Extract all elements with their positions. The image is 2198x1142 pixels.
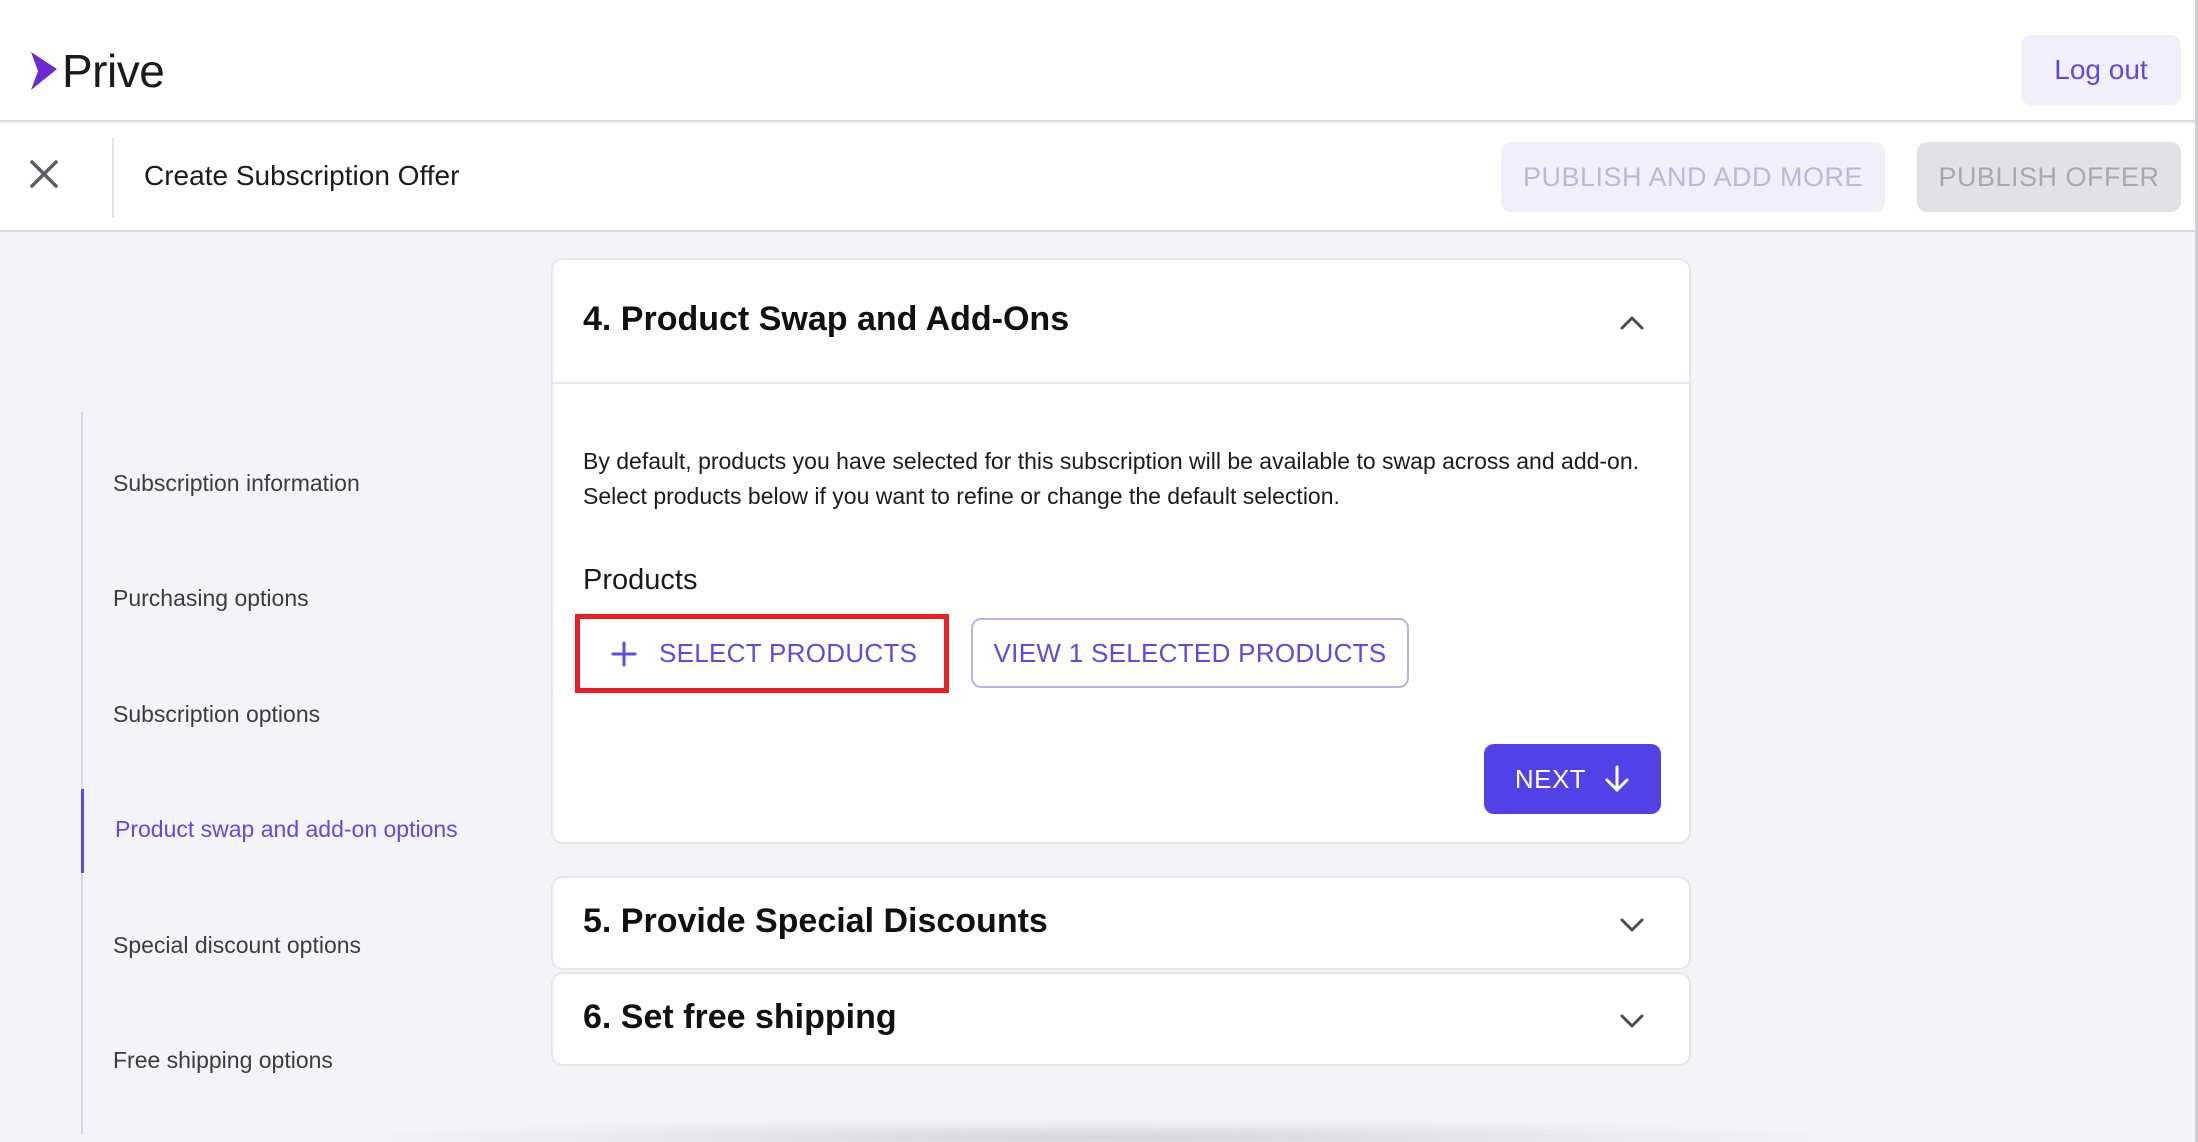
view-selected-products-button[interactable]: VIEW 1 SELECTED PRODUCTS [971,618,1409,688]
collapse-toggle[interactable] [1617,308,1647,338]
section-free-shipping[interactable]: 6. Set free shipping [551,972,1691,1066]
prive-logo[interactable]: Prive [30,44,165,98]
section-title: 6. Set free shipping [583,998,897,1036]
sidebar-item-subscription-options[interactable]: Subscription options [113,701,320,728]
page-title: Create Subscription Offer [144,160,460,191]
bottom-shadow [330,1118,1870,1142]
top-bar: Prive Log out [0,0,2198,122]
close-icon [30,160,58,188]
next-label: NEXT [1514,763,1587,794]
section-description: By default, products you have selected f… [583,448,1640,509]
arrow-down-icon [1604,765,1630,793]
section-header[interactable]: 4. Product Swap and Add-Ons [553,260,1689,384]
sidebar-item-purchasing-options[interactable]: Purchasing options [113,585,309,612]
prive-arrow-logo-icon [31,52,57,90]
sidebar-item-product-swap[interactable]: Product swap and add-on options [115,816,458,843]
chevron-down-icon [1620,918,1644,932]
section-title: 4. Product Swap and Add-Ons [583,300,1070,338]
chevron-up-icon [1620,316,1644,330]
logout-button[interactable]: Log out [2021,35,2181,105]
expand-toggle[interactable] [1617,910,1647,940]
select-products-button[interactable]: SELECT PRODUCTS [583,622,941,685]
expand-toggle[interactable] [1617,1006,1647,1036]
sidebar-item-special-discount[interactable]: Special discount options [113,932,361,959]
products-label: Products [583,564,698,596]
publish-and-add-more-button[interactable]: PUBLISH AND ADD MORE [1501,142,1885,212]
sidebar-item-subscription-information[interactable]: Subscription information [113,470,360,497]
close-button[interactable] [22,152,66,196]
section-title: 5. Provide Special Discounts [583,902,1048,940]
sidebar-track [81,412,83,1134]
sidebar-item-free-shipping[interactable]: Free shipping options [113,1047,333,1074]
sidebar-active-indicator [81,789,84,873]
chevron-down-icon [1620,1014,1644,1028]
logo-text: Prive [62,45,165,97]
publish-offer-button[interactable]: PUBLISH OFFER [1917,142,2181,212]
header-divider [112,138,114,218]
next-button[interactable]: NEXT [1484,744,1661,814]
plus-icon [611,641,637,667]
select-products-label: SELECT PRODUCTS [659,638,918,668]
section-special-discounts[interactable]: 5. Provide Special Discounts [551,876,1691,970]
section-product-swap: 4. Product Swap and Add-Ons By default, … [551,258,1691,844]
offer-header-bar: Create Subscription Offer PUBLISH AND AD… [0,124,2198,232]
